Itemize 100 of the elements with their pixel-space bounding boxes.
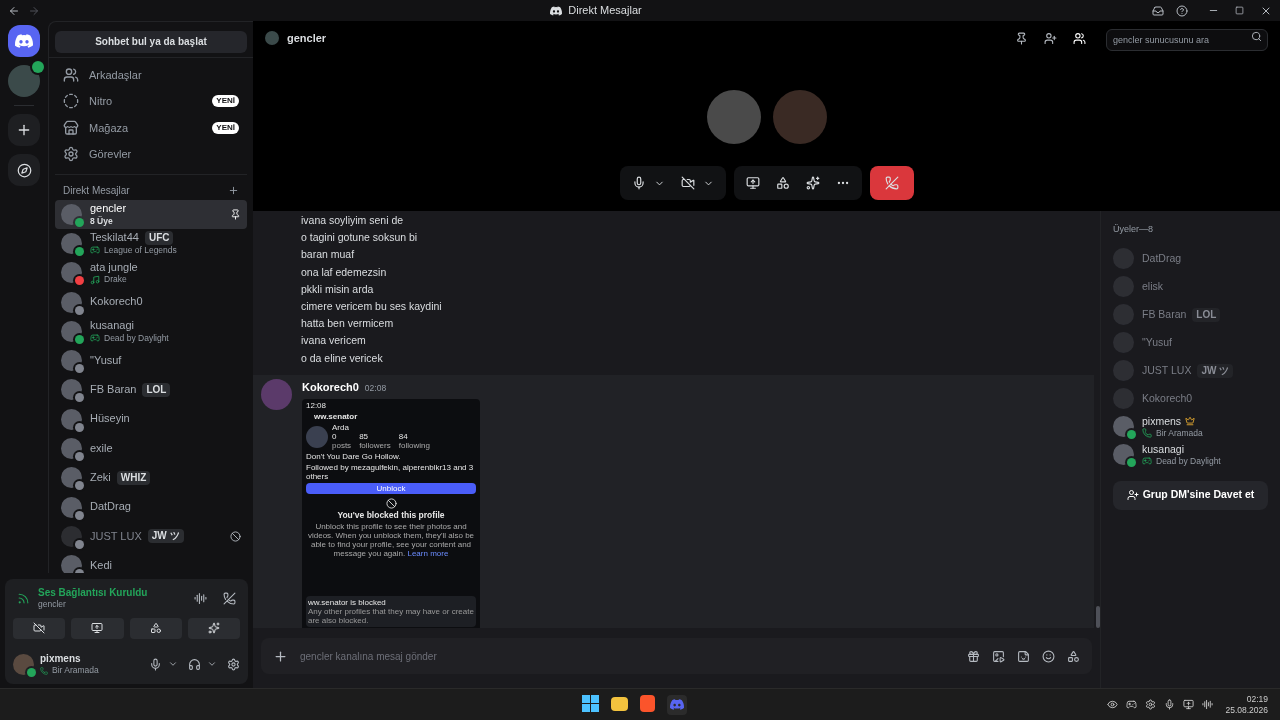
dm-item[interactable]: DatDrag [55, 492, 247, 522]
gamepad-tray-icon[interactable] [1126, 699, 1138, 710]
dm-item[interactable]: kusanagi Dead by Daylight [55, 316, 247, 346]
microphone-icon[interactable] [149, 657, 162, 671]
nav-item[interactable]: Görevler [55, 141, 247, 168]
browser-icon[interactable] [640, 694, 656, 712]
start-icon[interactable] [582, 694, 600, 712]
channel-avatar [265, 31, 279, 45]
add-attachment-icon[interactable] [273, 648, 288, 664]
dm-name: JUST LUX [90, 529, 142, 544]
voice-channel: gencler [38, 599, 67, 610]
camera-off-icon[interactable] [680, 176, 695, 190]
pin-icon[interactable] [230, 208, 241, 220]
server-avatar[interactable] [8, 65, 40, 97]
guild-tag: WHIZ [116, 470, 151, 485]
disconnect-icon[interactable] [223, 591, 236, 605]
search-button[interactable]: Sohbet bul ya da başlat [55, 30, 247, 53]
add-server-button[interactable] [8, 114, 40, 146]
sticker-icon[interactable] [1017, 649, 1030, 663]
avatar-photo [1113, 416, 1134, 437]
dm-subtitle: Drake [104, 274, 127, 285]
dm-item[interactable]: "Yusuf [55, 346, 247, 376]
pinned-icon[interactable] [1015, 31, 1028, 45]
maximize-icon[interactable] [1235, 6, 1244, 15]
phone-icon [1142, 428, 1152, 439]
emoji-icon[interactable] [1042, 649, 1055, 663]
member-item[interactable]: JUST LUX JW ツ [1113, 356, 1268, 385]
screen-share-button[interactable] [71, 617, 124, 639]
dm-item[interactable]: Kokorech0 [55, 287, 247, 317]
unblock-button[interactable]: Unblock [306, 483, 476, 495]
dm-item[interactable]: gencler 8 Üye [55, 199, 247, 229]
microphone-tray-icon[interactable] [1164, 699, 1176, 710]
message-text: cimere vericem bu ses kaydini [301, 299, 443, 314]
avatar-photo [61, 467, 82, 489]
member-item[interactable]: kusanagi Dead by Daylight [1113, 440, 1268, 469]
phone-icon [40, 666, 48, 675]
headphones-icon[interactable] [188, 657, 201, 671]
screen-share-icon[interactable] [745, 176, 760, 190]
profile-username: ww.senator [314, 412, 359, 422]
followed-by-text: Followed by mezagulfekin, alperenblkr13 and 3 others [306, 463, 475, 482]
dm-item[interactable]: Zeki WHIZ [55, 463, 247, 493]
discord-logo-icon [15, 34, 33, 48]
discord-taskbar-icon[interactable] [667, 694, 688, 715]
members-title: Üyeler—8 [1113, 223, 1154, 236]
invite-button[interactable]: Grup DM'sine Davet et [1113, 480, 1268, 510]
dm-item[interactable]: JUST LUX JW ツ [55, 521, 247, 552]
blocked-icon [230, 530, 241, 542]
microphone-icon[interactable] [631, 176, 646, 190]
window-title: Direkt Mesajlar [568, 3, 642, 19]
member-name: JUST LUX [1142, 363, 1192, 378]
nav-item[interactable]: Mağaza YENİ [55, 114, 247, 141]
learn-more-link[interactable]: Learn more [407, 549, 449, 559]
home-button[interactable] [8, 25, 40, 57]
end-call-button[interactable] [869, 166, 914, 200]
dm-item[interactable]: ata jungle Drake [55, 258, 247, 288]
folder-icon[interactable] [611, 696, 629, 711]
nav-item[interactable]: Nitro YENİ [55, 88, 247, 115]
dm-item[interactable]: Hüseyin [55, 404, 247, 434]
nav-item[interactable]: Arkadaşlar [55, 61, 247, 88]
dm-name: ata jungle [90, 260, 138, 275]
member-item[interactable]: FB Baran LOL [1113, 300, 1268, 329]
search-field[interactable]: gencler sunucusunu ara [1106, 28, 1268, 51]
member-item[interactable]: "Yusuf [1113, 328, 1268, 357]
gear-tray-icon[interactable] [1145, 699, 1157, 710]
message-field[interactable]: gencler kanalına mesaj gönder [300, 648, 955, 664]
dm-item[interactable]: exile [55, 433, 247, 464]
message-time: 02:08 [364, 381, 387, 395]
activities-button[interactable] [129, 617, 182, 639]
noise-icon[interactable] [194, 591, 207, 605]
soundboard-icon[interactable] [805, 176, 820, 190]
channel-name: gencler [287, 30, 328, 46]
clock-date: 25.08.2026 [1225, 704, 1268, 716]
add-dm-icon[interactable] [228, 184, 239, 196]
gift-icon[interactable] [967, 649, 980, 663]
dm-item[interactable]: Teskilat44 UFC League of Legends [55, 228, 247, 259]
member-item[interactable]: Kokorech0 [1113, 384, 1268, 413]
settings-icon[interactable] [227, 657, 240, 671]
compass-icon [16, 162, 32, 178]
message-text: hatta ben vermicem [301, 316, 395, 332]
camera-off-button[interactable] [13, 617, 66, 639]
members-icon[interactable] [1073, 31, 1086, 45]
dm-item[interactable]: FB Baran LOL [55, 375, 247, 405]
member-name: Kokorech0 [1142, 391, 1193, 406]
activities-icon[interactable] [775, 176, 790, 190]
discover-button[interactable] [8, 154, 40, 186]
message-text: ivana vericem [301, 333, 367, 349]
help-icon[interactable] [1176, 4, 1188, 17]
stat-value: 85 [359, 432, 370, 442]
message-composer[interactable]: gencler kanalına mesaj gönder [261, 638, 1092, 674]
add-member-icon[interactable] [1044, 31, 1057, 45]
soundboard-button[interactable] [187, 617, 240, 639]
apps-icon[interactable] [1067, 649, 1080, 663]
member-item[interactable]: elisk [1113, 272, 1268, 301]
dm-item[interactable]: Kedi [55, 551, 247, 573]
member-item[interactable]: pixmens Bir Aramada [1113, 412, 1268, 441]
eye-tray-icon[interactable] [1107, 699, 1119, 710]
gif-icon[interactable] [992, 649, 1005, 663]
inbox-icon[interactable] [1152, 4, 1164, 17]
back-icon[interactable] [8, 4, 20, 17]
member-item[interactable]: DatDrag [1113, 244, 1268, 273]
